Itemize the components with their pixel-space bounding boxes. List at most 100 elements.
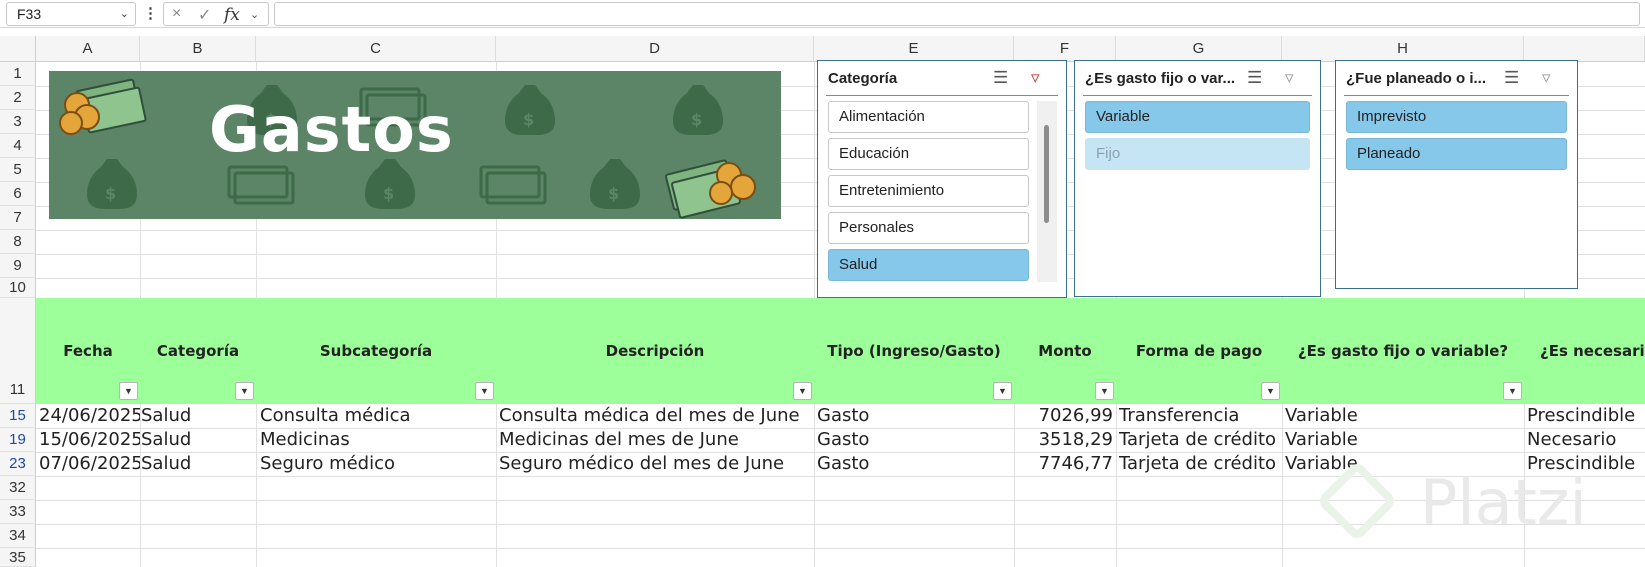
name-box[interactable]: F33 ⌄ [6,2,136,26]
cell-monto[interactable]: 7026,99 [1014,404,1113,428]
cell-monto[interactable]: 3518,29 [1014,428,1113,452]
cell-subcategoria[interactable]: Consulta médica [260,404,496,428]
filter-dropdown-icon[interactable]: ▼ [475,382,494,400]
cell-categoria[interactable]: Salud [141,452,256,476]
slicer-gasto-fijo-variable[interactable]: ¿Es gasto fijo o var... ☰ ▿ Variable Fij… [1074,60,1321,297]
select-all-corner[interactable] [0,36,36,62]
gastos-banner[interactable]: $ $ $ $ $ $ Gastos [49,71,781,219]
row-header[interactable]: 5 [0,158,36,182]
filter-active-icon[interactable]: ▼ [235,382,254,400]
column-header-e[interactable]: E [814,36,1014,62]
cell-fijo-variable[interactable]: Variable [1285,428,1524,452]
formula-input[interactable] [274,2,1640,26]
cell-tipo[interactable]: Gasto [817,404,1014,428]
multi-select-icon[interactable]: ☰ [1247,68,1262,88]
slicer-item-educacion[interactable]: Educación [828,138,1029,170]
cell-fecha[interactable]: 07/06/2025 [39,452,140,476]
cell-necesario[interactable]: Necesario [1527,428,1645,452]
cell-descripcion[interactable]: Seguro médico del mes de June [499,452,814,476]
column-header-d[interactable]: D [496,36,814,62]
clear-filter-icon[interactable]: ▿ [1285,68,1294,88]
enter-icon[interactable]: ✓ [198,5,211,25]
cell-categoria[interactable]: Salud [141,404,256,428]
row-header[interactable]: 8 [0,230,36,254]
column-header-f[interactable]: F [1014,36,1116,62]
column-header-i[interactable] [1524,36,1645,62]
filter-dropdown-icon[interactable]: ▼ [993,382,1012,400]
slicer-item-variable[interactable]: Variable [1085,101,1310,133]
row-header[interactable]: 6 [0,182,36,206]
cell-forma-de-pago[interactable]: Transferencia [1119,404,1282,428]
cell-necesario[interactable]: Prescindible [1527,404,1645,428]
row-header[interactable]: 7 [0,206,36,230]
cell-subcategoria[interactable]: Seguro médico [260,452,496,476]
row-header[interactable]: 10 [0,278,36,298]
column-header-g[interactable]: G [1116,36,1282,62]
column-header-h[interactable]: H [1282,36,1524,62]
row-header[interactable]: 9 [0,254,36,278]
function-icon[interactable]: fx [224,5,240,25]
cell-monto[interactable]: 7746,77 [1014,452,1113,476]
slicer-item-personales[interactable]: Personales [828,212,1029,244]
row-header[interactable]: 23 [0,452,36,476]
slicer-item-fijo[interactable]: Fijo [1085,138,1310,170]
more-options-icon[interactable]: ⋮ [143,4,158,22]
row-header[interactable]: 11 [0,298,36,404]
cell-categoria[interactable]: Salud [141,428,256,452]
cell-subcategoria[interactable]: Medicinas [260,428,496,452]
slicer-categoria[interactable]: Categoría ☰ ▿ Alimentación Educación Ent… [817,60,1067,298]
svg-text:$: $ [383,184,394,203]
slicer-divider [1344,95,1569,96]
row-header[interactable]: 34 [0,524,36,548]
cell-fecha[interactable]: 24/06/2025 [39,404,140,428]
row-header[interactable]: 33 [0,500,36,524]
formula-bar: F33 ⌄ ⋮ × ✓ fx ⌄ [0,0,1645,28]
filter-dropdown-icon[interactable]: ▼ [1095,382,1114,400]
slicer-item-alimentacion[interactable]: Alimentación [828,101,1029,133]
row-header[interactable]: 35 [0,548,36,567]
row-header[interactable]: 2 [0,86,36,110]
filter-dropdown-icon[interactable]: ▼ [1503,382,1522,400]
multi-select-icon[interactable]: ☰ [993,68,1008,88]
gridline [36,524,1645,525]
cell-fijo-variable[interactable]: Variable [1285,404,1524,428]
cell-forma-de-pago[interactable]: Tarjeta de crédito [1119,452,1282,476]
cancel-icon[interactable]: × [172,5,181,23]
column-header-a[interactable]: A [36,36,140,62]
cell-tipo[interactable]: Gasto [817,428,1014,452]
filter-dropdown-icon[interactable]: ▼ [119,382,138,400]
slicer-title: ¿Es gasto fijo o var... [1085,70,1236,87]
slicer-planeado-imprevisto[interactable]: ¿Fue planeado o i... ☰ ▿ Imprevisto Plan… [1335,60,1578,289]
cell-tipo[interactable]: Gasto [817,452,1014,476]
filter-dropdown-icon[interactable]: ▼ [1261,382,1280,400]
header-categoria: Categoría [156,342,240,360]
slicer-item-entretenimiento[interactable]: Entretenimiento [828,175,1029,207]
slicer-item-salud[interactable]: Salud [828,249,1029,281]
row-header[interactable]: 15 [0,404,36,428]
column-header-c[interactable]: C [256,36,496,62]
name-box-value: F33 [17,6,42,22]
gridline [36,500,1645,501]
cell-forma-de-pago[interactable]: Tarjeta de crédito [1119,428,1282,452]
row-header[interactable]: 32 [0,476,36,500]
slicer-item-planeado[interactable]: Planeado [1346,138,1567,170]
slicer-item-imprevisto[interactable]: Imprevisto [1346,101,1567,133]
slicer-scrollbar[interactable] [1037,101,1057,282]
gridline [36,476,1645,477]
row-header[interactable]: 1 [0,62,36,86]
cell-descripcion[interactable]: Medicinas del mes de June [499,428,814,452]
chevron-down-icon[interactable]: ⌄ [250,8,259,21]
column-header-b[interactable]: B [140,36,256,62]
scrollbar-thumb[interactable] [1044,125,1049,223]
clear-filter-icon[interactable]: ▿ [1031,68,1040,88]
row-header[interactable]: 19 [0,428,36,452]
clear-filter-icon[interactable]: ▿ [1542,68,1551,88]
cell-fecha[interactable]: 15/06/2025 [39,428,140,452]
header-gasto-fijo-variable: ¿Es gasto fijo o variable? [1297,342,1509,360]
multi-select-icon[interactable]: ☰ [1504,68,1519,88]
row-header[interactable]: 3 [0,110,36,134]
row-header[interactable]: 4 [0,134,36,158]
cell-descripcion[interactable]: Consulta médica del mes de June [499,404,814,428]
chevron-down-icon[interactable]: ⌄ [120,3,129,25]
filter-dropdown-icon[interactable]: ▼ [793,382,812,400]
